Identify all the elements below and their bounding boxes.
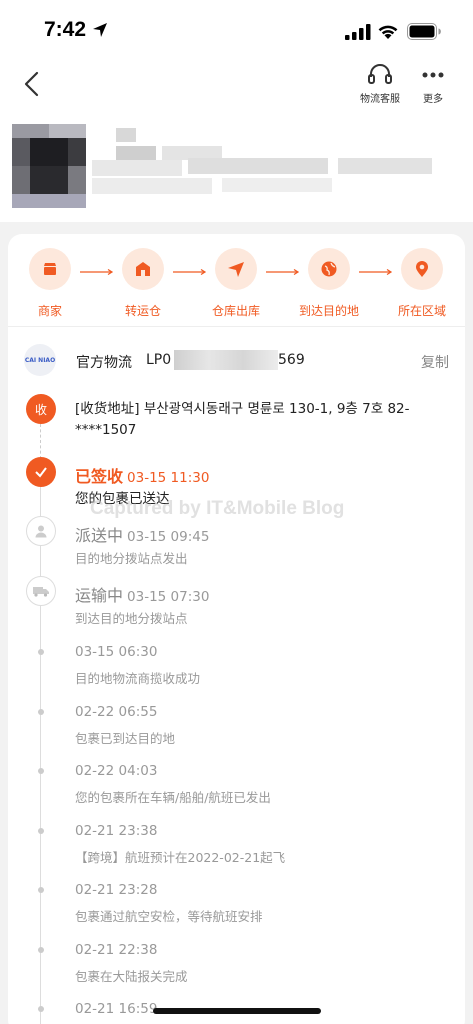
watermark: Captured by IT&Mobile Blog [90, 498, 345, 519]
event-description: 目的地物流商揽收成功 [75, 671, 201, 686]
event-time: 03-15 09:45 [127, 529, 210, 545]
wifi-icon [378, 25, 398, 39]
battery-icon [407, 23, 441, 40]
step-label: 所在区域 [397, 304, 446, 318]
receive-badge-icon: 收 [26, 394, 56, 424]
timeline-dot [38, 768, 44, 774]
send-icon [215, 248, 257, 290]
courier-person-icon [26, 516, 56, 546]
cellular-signal-icon [345, 24, 371, 40]
timeline-dot [38, 887, 44, 893]
event-header: 派送中 03-15 09:45 [75, 522, 209, 546]
event-time: 03-15 07:30 [127, 589, 210, 605]
customer-service-button[interactable]: 物流客服 [352, 62, 408, 105]
warehouse-icon [122, 248, 164, 290]
copy-button[interactable]: 复制 [421, 352, 449, 372]
event-time: 02-21 16:59 [75, 1001, 158, 1017]
event-time: 02-21 23:28 [75, 882, 158, 898]
event-header: 运输中 03-15 07:30 [75, 582, 209, 606]
truck-icon [26, 576, 56, 606]
header-area: 7:42 物流客服 更多 [0, 0, 473, 222]
event-description: 到达目的地分拨站点 [75, 611, 188, 626]
event-time: 02-22 06:55 [75, 704, 158, 720]
blurred-product-image [12, 124, 86, 208]
event-status: 运输中 [75, 586, 124, 605]
globe-icon [308, 248, 350, 290]
customer-service-label: 物流客服 [360, 94, 400, 105]
tracking-number-prefix: LP0 [146, 352, 172, 368]
delivery-address: [收货地址] 부산광역시동래구 명륜로 130-1, 9층 7호 82-****… [75, 401, 410, 438]
step-label: 仓库出库 [211, 304, 260, 318]
event-time: 02-21 23:38 [75, 823, 158, 839]
timeline-dot [38, 709, 44, 715]
more-dots-icon [422, 72, 444, 78]
event-description: 目的地分拨站点发出 [75, 551, 188, 566]
check-icon [26, 457, 56, 487]
back-arrow-icon[interactable] [18, 68, 46, 100]
headset-icon [368, 64, 392, 84]
event-time: 03-15 06:30 [75, 644, 158, 660]
store-icon [29, 248, 71, 290]
timeline-rail [40, 486, 41, 1024]
step-merchant: 商家 [10, 248, 90, 319]
step-current-area: 所在区域 [382, 248, 462, 319]
timeline-rail-dashed [40, 424, 41, 459]
timeline-dot [38, 649, 44, 655]
step-label: 转运仓 [124, 304, 161, 318]
step-arrived-destination: 到达目的地 [289, 248, 369, 319]
divider [8, 326, 465, 327]
event-description: 包裹在大陆报关完成 [75, 969, 188, 984]
redacted-tracking-number [174, 350, 278, 370]
carrier-row: CAI NIAO 官方物流 LP0 569 复制 [24, 344, 449, 376]
more-label: 更多 [423, 94, 443, 105]
event-description: 包裹通过航空安检，等待航班安排 [75, 909, 263, 924]
more-button[interactable]: 更多 [405, 62, 461, 105]
event-time: 02-21 22:38 [75, 942, 158, 958]
event-status: 派送中 [75, 526, 124, 545]
event-description: 【跨境】航班预计在2022-02-21起飞 [75, 850, 286, 865]
event-status: 已签收 [75, 467, 124, 486]
carrier-name: 官方物流 [76, 355, 132, 371]
carrier-logo: CAI NIAO [24, 344, 56, 376]
blurred-product-title [92, 128, 432, 194]
timeline-dot [38, 1006, 44, 1012]
location-arrow-icon [93, 23, 107, 37]
shipping-progress: 商家 转运仓 仓库出库 到达目的地 所在区域 [8, 248, 465, 328]
step-label: 到达目的地 [298, 304, 359, 318]
tracking-card: 商家 转运仓 仓库出库 到达目的地 所在区域 CAI NIAO 官方物流 LP0… [8, 234, 465, 1024]
tracking-number-suffix: 569 [278, 352, 305, 368]
event-description: 包裹已到达目的地 [75, 731, 176, 746]
step-label: 商家 [37, 304, 62, 318]
step-transit-warehouse: 转运仓 [103, 248, 183, 319]
timeline-dot [38, 947, 44, 953]
timeline-dot [38, 828, 44, 834]
home-indicator[interactable] [153, 1008, 321, 1014]
location-pin-icon [401, 248, 443, 290]
event-time: 03-15 11:30 [127, 470, 210, 486]
status-bar: 7:42 [0, 0, 473, 62]
event-time: 02-22 04:03 [75, 763, 158, 779]
status-time: 7:42 [44, 18, 87, 41]
event-header: 已签收 03-15 11:30 [75, 463, 209, 487]
step-warehouse-out: 仓库出库 [196, 248, 276, 319]
event-description: 您的包裹所在车辆/船舶/航班已发出 [75, 790, 271, 805]
